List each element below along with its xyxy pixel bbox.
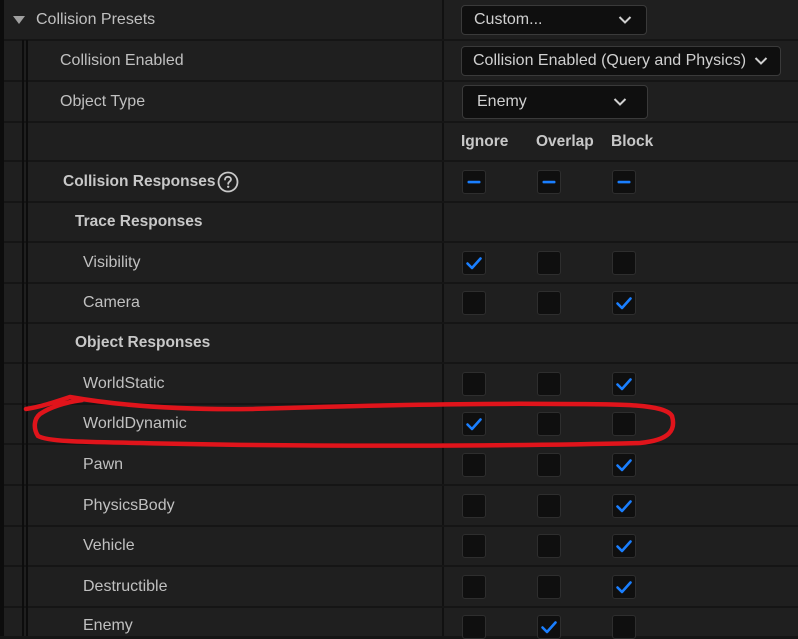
collision-enabled-dropdown[interactable]: Collision Enabled (Query and Physics) (461, 45, 781, 76)
object-type-row: Object Type Enemy (4, 82, 798, 121)
collision-responses-block-all-checkbox[interactable] (612, 169, 636, 194)
trace-row-label: Visibility (83, 253, 141, 271)
dash-icon (467, 180, 481, 183)
column-header-block: Block (611, 132, 654, 150)
checkmark-icon (466, 418, 482, 431)
enemy-ignore-checkbox[interactable] (462, 615, 486, 639)
question-circle-icon[interactable] (217, 171, 239, 193)
dash-icon (542, 180, 556, 183)
camera-overlap-checkbox[interactable] (537, 291, 561, 315)
worlddynamic-block-checkbox[interactable] (612, 412, 636, 436)
chevron-down-icon (754, 56, 768, 65)
object-row-label: Enemy (83, 617, 133, 634)
collision-presets-dropdown[interactable]: Custom... (461, 4, 647, 35)
checkmark-icon (616, 458, 632, 471)
tree-indent-line (22, 40, 24, 636)
collision-presets-row: Collision Presets Custom... (4, 0, 798, 39)
object-row-label: WorldDynamic (83, 415, 187, 432)
trace-row-visibility: Visibility (4, 243, 798, 282)
destructible-ignore-checkbox[interactable] (462, 574, 486, 599)
visibility-block-checkbox[interactable] (612, 250, 636, 275)
checkmark-icon (616, 297, 632, 310)
collision-enabled-label: Collision Enabled (60, 51, 184, 69)
checkmark-icon (466, 256, 482, 269)
enemy-block-checkbox[interactable] (612, 615, 636, 639)
tree-indent-line (26, 40, 28, 636)
camera-ignore-checkbox[interactable] (462, 291, 486, 315)
column-header-ignore: Ignore (461, 132, 509, 150)
destructible-overlap-checkbox[interactable] (537, 574, 561, 599)
object-type-label: Object Type (60, 92, 146, 110)
collision-responses-label: Collision Responses (63, 172, 216, 190)
destructible-block-checkbox[interactable] (612, 574, 636, 599)
collision-responses-row: Collision Responses (4, 162, 798, 201)
checkmark-icon (616, 540, 632, 553)
chevron-down-icon (618, 15, 632, 24)
collision-enabled-value: Collision Enabled (Query and Physics) (473, 51, 747, 69)
pawn-ignore-checkbox[interactable] (462, 452, 486, 477)
object-responses-label: Object Responses (75, 334, 211, 351)
chevron-down-icon (613, 97, 627, 106)
dash-icon (617, 180, 631, 183)
pawn-overlap-checkbox[interactable] (537, 452, 561, 477)
worldstatic-ignore-checkbox[interactable] (462, 371, 486, 396)
collision-responses-ignore-all-checkbox[interactable] (462, 169, 486, 194)
worlddynamic-overlap-checkbox[interactable] (537, 412, 561, 436)
camera-block-checkbox[interactable] (612, 291, 636, 315)
checkmark-icon (616, 377, 632, 390)
worlddynamic-ignore-checkbox[interactable] (462, 412, 486, 436)
object-type-dropdown[interactable]: Enemy (462, 84, 648, 119)
vehicle-overlap-checkbox[interactable] (537, 534, 561, 558)
response-column-header-row: Ignore Overlap Block (4, 123, 798, 160)
object-row-physicsbody: PhysicsBody (4, 486, 798, 525)
object-row-vehicle: Vehicle (4, 527, 798, 565)
worldstatic-block-checkbox[interactable] (612, 371, 636, 396)
enemy-overlap-checkbox[interactable] (537, 615, 561, 639)
pawn-block-checkbox[interactable] (612, 452, 636, 477)
triangle-down-icon[interactable] (12, 15, 26, 25)
object-row-label: Vehicle (83, 537, 135, 554)
checkmark-icon (616, 580, 632, 593)
object-row-label: Pawn (83, 455, 124, 473)
trace-responses-section: Trace Responses (4, 203, 798, 241)
collision-responses-overlap-all-checkbox[interactable] (537, 169, 561, 194)
object-row-label: PhysicsBody (83, 496, 175, 514)
checkmark-icon (541, 621, 557, 634)
trace-row-label: Camera (83, 294, 140, 311)
object-row-worldstatic: WorldStatic (4, 364, 798, 403)
physicsbody-block-checkbox[interactable] (612, 493, 636, 518)
object-type-value: Enemy (477, 92, 527, 110)
column-header-overlap: Overlap (536, 132, 594, 150)
vehicle-block-checkbox[interactable] (612, 534, 636, 558)
vehicle-ignore-checkbox[interactable] (462, 534, 486, 558)
worldstatic-overlap-checkbox[interactable] (537, 371, 561, 396)
object-row-destructible: Destructible (4, 567, 798, 606)
object-responses-section: Object Responses (4, 324, 798, 362)
visibility-ignore-checkbox[interactable] (462, 250, 486, 275)
trace-responses-label: Trace Responses (75, 213, 203, 230)
object-row-enemy: Enemy (4, 608, 798, 639)
collision-enabled-row: Collision Enabled Collision Enabled (Que… (4, 41, 798, 80)
object-row-label: WorldStatic (83, 374, 165, 392)
object-row-label: Destructible (83, 577, 168, 595)
trace-row-camera: Camera (4, 284, 798, 322)
physicsbody-ignore-checkbox[interactable] (462, 493, 486, 518)
checkmark-icon (616, 499, 632, 512)
collision-presets-label: Collision Presets (36, 10, 156, 28)
collision-presets-value: Custom... (474, 10, 543, 28)
object-row-worlddynamic: WorldDynamic (4, 405, 798, 443)
visibility-overlap-checkbox[interactable] (537, 250, 561, 275)
object-row-pawn: Pawn (4, 445, 798, 484)
physicsbody-overlap-checkbox[interactable] (537, 493, 561, 518)
